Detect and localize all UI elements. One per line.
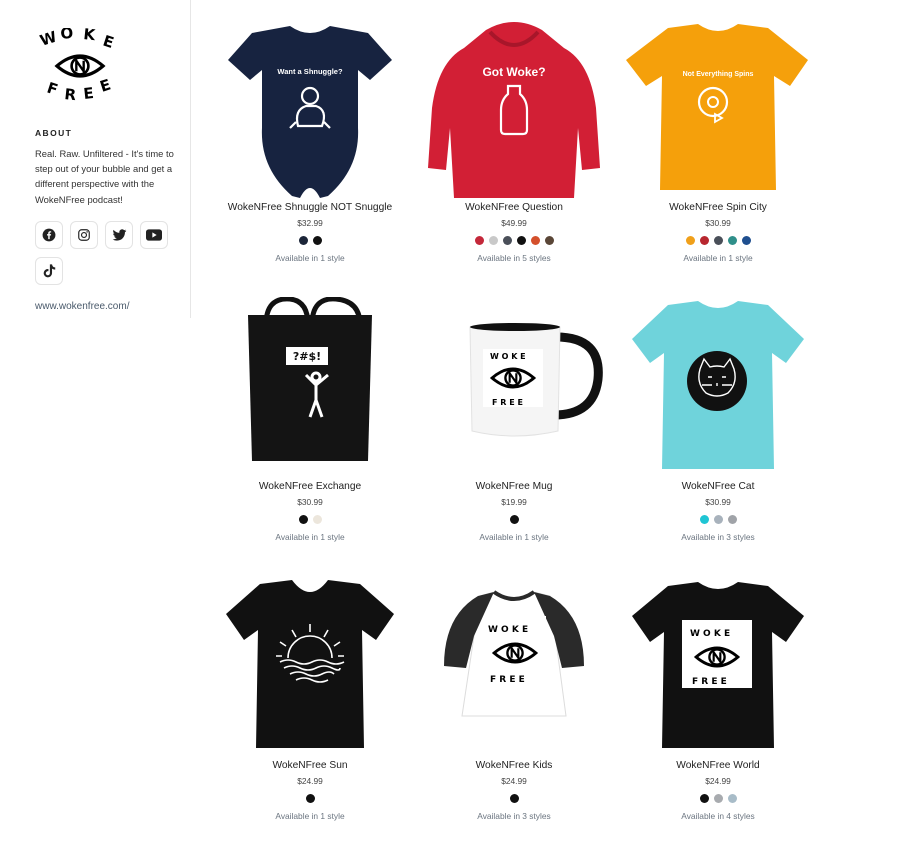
svg-text:F R E E: F R E E — [492, 398, 523, 407]
svg-text:R: R — [64, 85, 78, 102]
product-image-cat-shirt[interactable] — [618, 297, 818, 487]
availability-text: Available in 1 style — [275, 811, 345, 821]
product-image-raglan[interactable]: W O K E F R E E — [414, 576, 614, 766]
product-name[interactable]: WokeNFree Cat — [618, 481, 818, 492]
color-swatches — [618, 794, 818, 803]
color-swatch[interactable] — [474, 236, 484, 245]
product-price: $30.99 — [297, 497, 323, 507]
svg-text:F: F — [45, 79, 60, 99]
color-swatches — [618, 515, 818, 524]
sidebar: W O K E F R E E ABOUT Real. Raw. Unfilte… — [0, 0, 191, 318]
product-name[interactable]: WokeNFree World — [618, 760, 818, 771]
color-swatch[interactable] — [727, 515, 737, 524]
print-text: Got Woke? — [482, 65, 545, 79]
availability-text: Available in 5 styles — [477, 253, 551, 263]
product-price: $30.99 — [705, 497, 731, 507]
svg-text:E: E — [83, 84, 95, 102]
svg-text:W O K E: W O K E — [490, 352, 526, 361]
color-swatches — [414, 515, 614, 524]
color-swatch[interactable] — [502, 236, 512, 245]
product-price: $19.99 — [501, 497, 527, 507]
product-price: $30.99 — [705, 218, 731, 228]
product-image-mug[interactable]: W O K E F R E E — [414, 297, 614, 487]
color-swatch[interactable] — [298, 515, 308, 524]
twitter-icon[interactable] — [105, 221, 133, 249]
color-swatch[interactable] — [713, 515, 723, 524]
product-name[interactable]: WokeNFree Sun — [210, 760, 410, 771]
color-swatch[interactable] — [727, 794, 737, 803]
color-swatches — [414, 794, 614, 803]
svg-text:W O K E: W O K E — [690, 629, 730, 639]
color-swatch[interactable] — [312, 236, 322, 245]
facebook-icon[interactable] — [35, 221, 63, 249]
color-swatch[interactable] — [312, 515, 322, 524]
about-text: Real. Raw. Unfiltered - It's time to ste… — [35, 148, 174, 205]
website-link[interactable]: www.wokenfree.com/ — [35, 301, 129, 312]
color-swatch[interactable] — [516, 236, 526, 245]
product-price: $24.99 — [297, 776, 323, 786]
product-price: $32.99 — [297, 218, 323, 228]
print-text: Not Everything Spins — [683, 71, 754, 78]
product-image-spin-shirt[interactable]: Not Everything Spins — [618, 18, 818, 208]
color-swatch[interactable] — [699, 794, 709, 803]
svg-text:W O K E: W O K E — [488, 625, 528, 635]
color-swatch[interactable] — [305, 794, 315, 803]
print-text: ?#$! — [293, 350, 321, 363]
color-swatch[interactable] — [727, 236, 737, 245]
instagram-icon[interactable] — [70, 221, 98, 249]
product-image-onesie[interactable]: Want a Shnuggle? — [210, 18, 410, 208]
availability-text: Available in 1 style — [479, 532, 549, 542]
product-name[interactable]: WokeNFree Kids — [414, 760, 614, 771]
availability-text: Available in 3 styles — [681, 532, 755, 542]
svg-text:F R E E: F R E E — [490, 675, 525, 685]
product-image-tote[interactable]: ?#$! — [210, 296, 410, 487]
svg-text:E: E — [98, 76, 113, 96]
svg-text:F R E E: F R E E — [692, 677, 727, 687]
color-swatch[interactable] — [685, 236, 695, 245]
color-swatches — [618, 236, 818, 245]
svg-text:O: O — [60, 28, 75, 43]
svg-text:W: W — [38, 28, 60, 50]
availability-text: Available in 3 styles — [477, 811, 551, 821]
product-image-hoodie[interactable]: Got Woke? — [414, 18, 614, 208]
color-swatch[interactable] — [699, 236, 709, 245]
color-swatch[interactable] — [488, 236, 498, 245]
color-swatch[interactable] — [741, 236, 751, 245]
color-swatch[interactable] — [713, 236, 723, 245]
color-swatch[interactable] — [544, 236, 554, 245]
product-price: $24.99 — [705, 776, 731, 786]
color-swatches — [210, 794, 410, 803]
product-name[interactable]: WokeNFree Exchange — [210, 481, 410, 492]
color-swatch[interactable] — [530, 236, 540, 245]
print-text: Want a Shnuggle? — [277, 67, 343, 76]
availability-text: Available in 1 style — [683, 253, 753, 263]
product-name[interactable]: WokeNFree Spin City — [618, 202, 818, 213]
about-heading: ABOUT — [35, 128, 73, 138]
color-swatches — [210, 515, 410, 524]
color-swatch[interactable] — [713, 794, 723, 803]
wokenfree-logo[interactable]: W O K E F R E E — [34, 24, 126, 104]
color-swatch[interactable] — [509, 515, 519, 524]
product-image-sun-shirt[interactable] — [210, 576, 410, 766]
color-swatch[interactable] — [509, 794, 519, 803]
color-swatches — [210, 236, 410, 245]
product-name[interactable]: WokeNFree Shnuggle NOT Snuggle — [210, 202, 410, 213]
svg-text:K: K — [83, 28, 98, 44]
youtube-icon[interactable] — [140, 221, 168, 249]
availability-text: Available in 4 styles — [681, 811, 755, 821]
product-name[interactable]: WokeNFree Question — [414, 202, 614, 213]
product-image-world-shirt[interactable]: W O K E F R E E — [618, 576, 818, 766]
tiktok-icon[interactable] — [35, 257, 63, 285]
product-price: $24.99 — [501, 776, 527, 786]
color-swatches — [414, 236, 614, 245]
color-swatch[interactable] — [298, 236, 308, 245]
color-swatch[interactable] — [699, 515, 709, 524]
product-price: $49.99 — [501, 218, 527, 228]
product-name[interactable]: WokeNFree Mug — [414, 481, 614, 492]
availability-text: Available in 1 style — [275, 532, 345, 542]
availability-text: Available in 1 style — [275, 253, 345, 263]
svg-text:E: E — [101, 32, 116, 52]
